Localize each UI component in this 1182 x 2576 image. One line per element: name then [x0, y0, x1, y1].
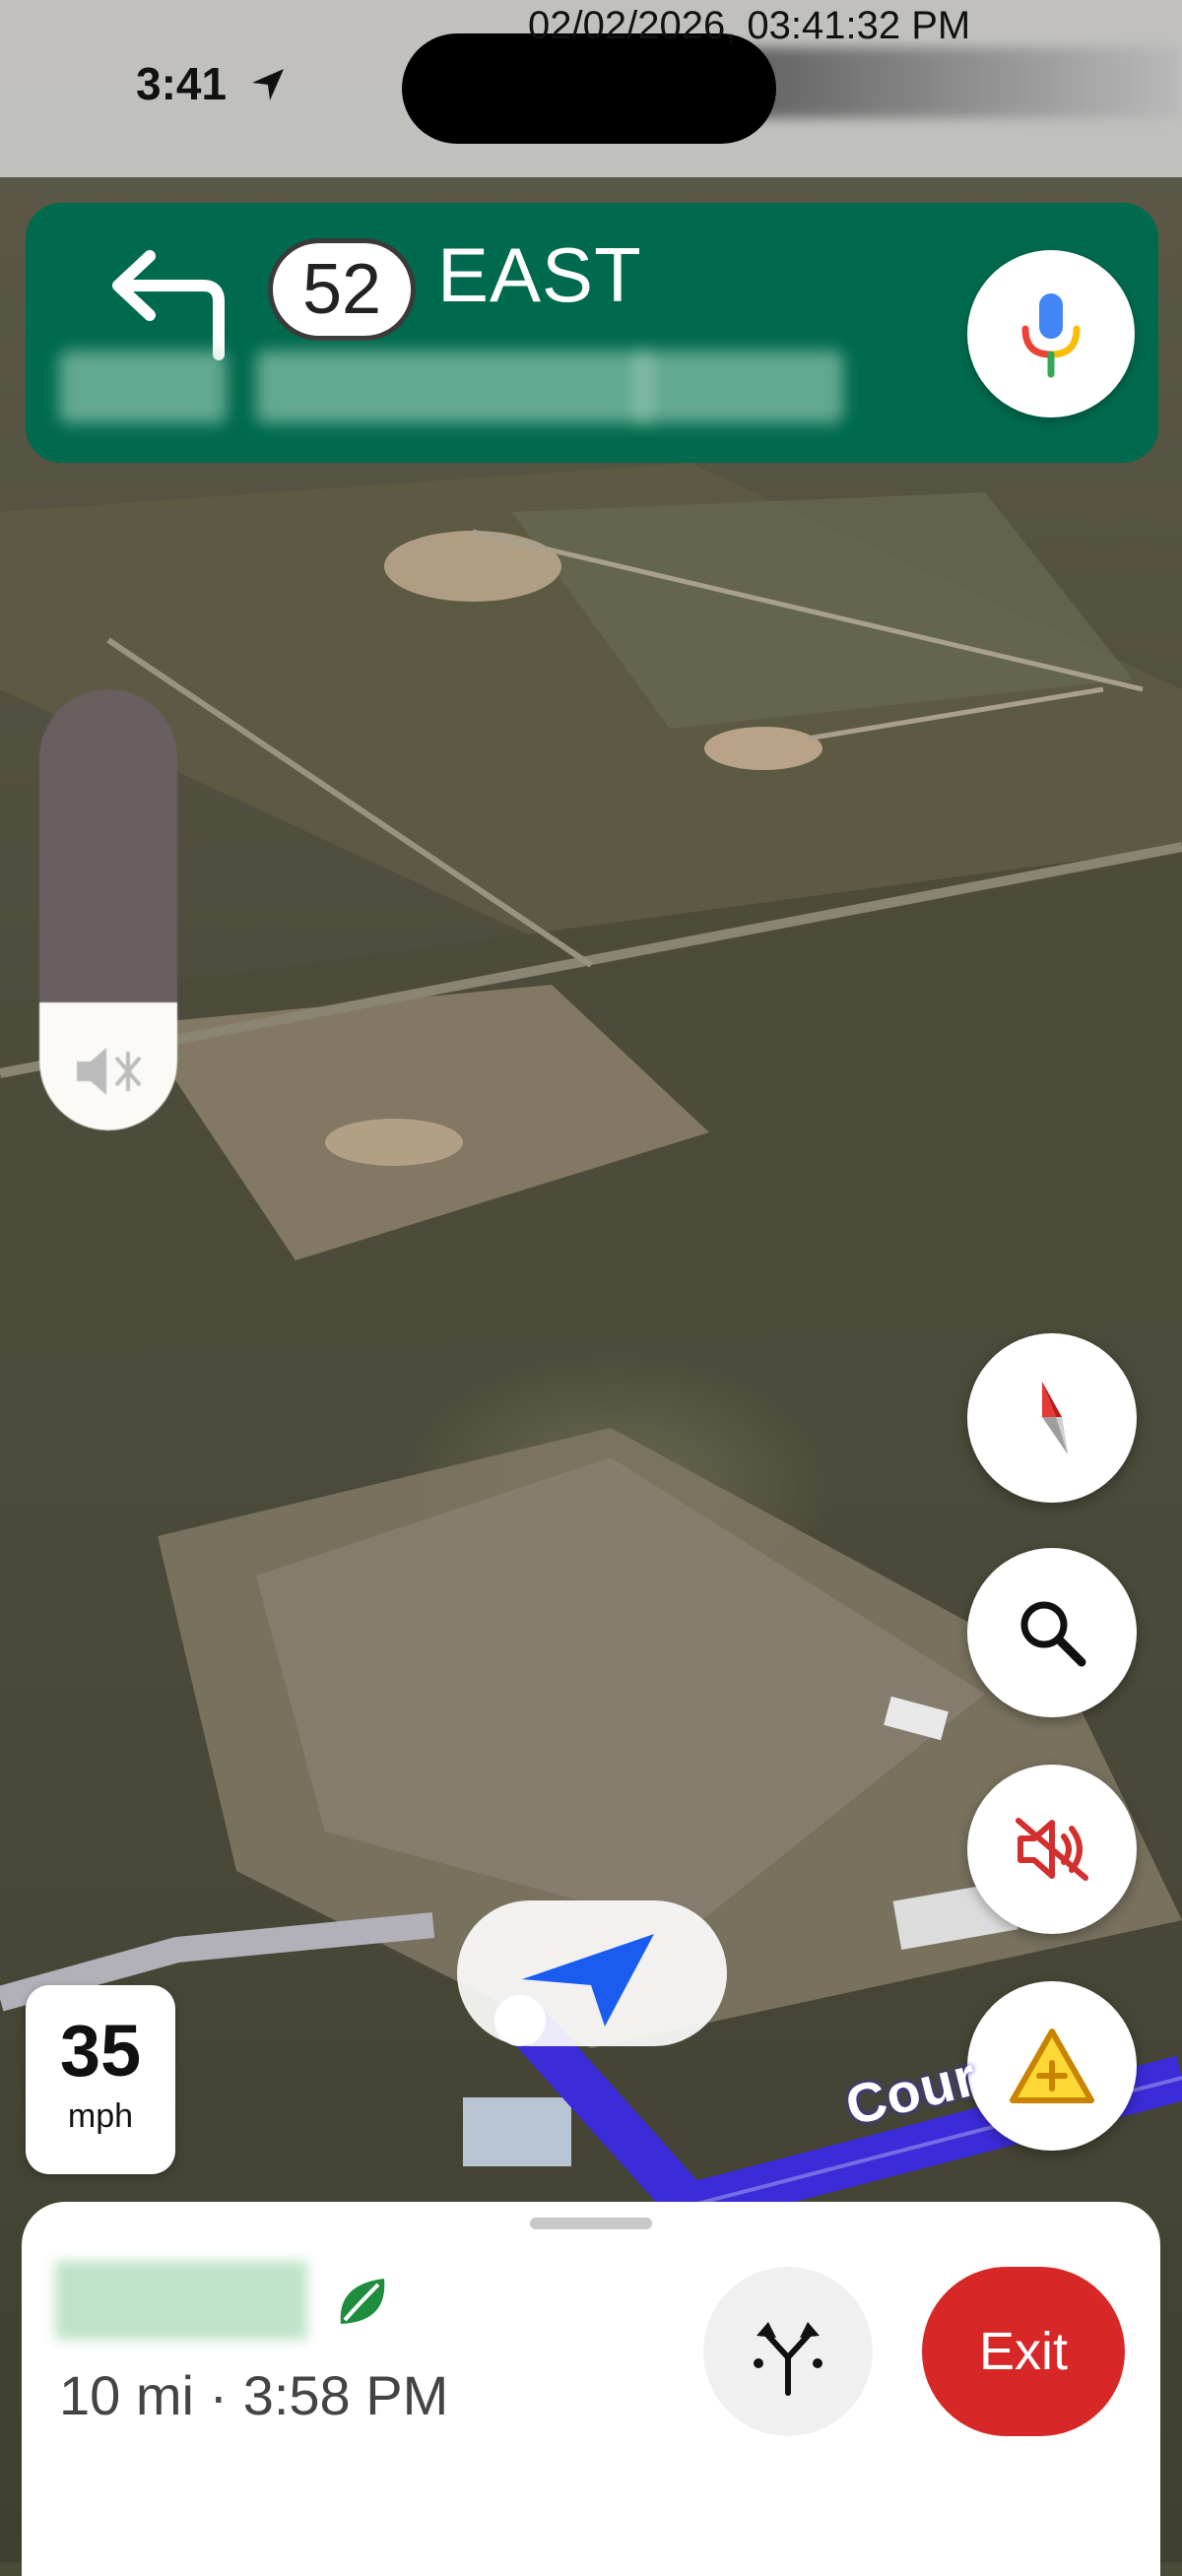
navigation-arrow-icon	[522, 1934, 654, 2027]
volume-slider[interactable]	[39, 689, 177, 1130]
street-name-redacted	[636, 351, 843, 423]
search-button[interactable]	[967, 1548, 1137, 1717]
exit-navigation-button[interactable]: Exit	[922, 2267, 1125, 2436]
route-number: 52	[301, 250, 382, 329]
report-incident-button[interactable]	[967, 1981, 1137, 2151]
sheet-grabber[interactable]	[530, 2218, 652, 2229]
mic-icon	[1021, 293, 1081, 378]
trip-summary: 10 mi · 3:58 PM	[59, 2364, 449, 2426]
dynamic-island	[402, 33, 776, 144]
mute-icon	[1016, 1818, 1088, 1881]
speed-unit: mph	[67, 2097, 134, 2135]
eco-leaf-icon	[340, 2279, 385, 2324]
arrival-time-redacted	[55, 2261, 307, 2340]
navigation-instruction-card[interactable]: 52 EAST	[26, 203, 1158, 463]
alternate-routes-icon	[754, 2322, 822, 2396]
compass-button[interactable]	[967, 1333, 1137, 1503]
volume-icon	[77, 1048, 142, 1095]
street-name-redacted	[59, 351, 227, 423]
clock-time: 3:41	[136, 58, 228, 109]
screenshot-timestamp: 02/02/2026, 03:41:32 PM	[528, 4, 971, 47]
speed-value: 35	[59, 2010, 142, 2092]
street-name-redacted	[256, 351, 650, 423]
route-direction: EAST	[437, 231, 642, 318]
speed-indicator: 35 mph	[26, 1985, 175, 2174]
current-location-puck	[457, 1900, 727, 2046]
route-shield: 52	[268, 238, 416, 341]
trip-bottom-sheet[interactable]: 10 mi · 3:58 PM Exit	[22, 2202, 1160, 2576]
search-icon	[1020, 1601, 1086, 1667]
location-arrow-icon	[252, 69, 284, 100]
alternate-routes-button[interactable]	[703, 2267, 873, 2436]
mute-button[interactable]	[967, 1765, 1137, 1934]
status-bar: 3:41 02/02/2026, 03:41:32 PM	[0, 0, 1182, 177]
compass-icon	[1042, 1382, 1068, 1454]
report-incident-icon	[1010, 2029, 1094, 2103]
voice-search-button[interactable]	[967, 250, 1135, 418]
turn-left-icon	[112, 250, 225, 360]
